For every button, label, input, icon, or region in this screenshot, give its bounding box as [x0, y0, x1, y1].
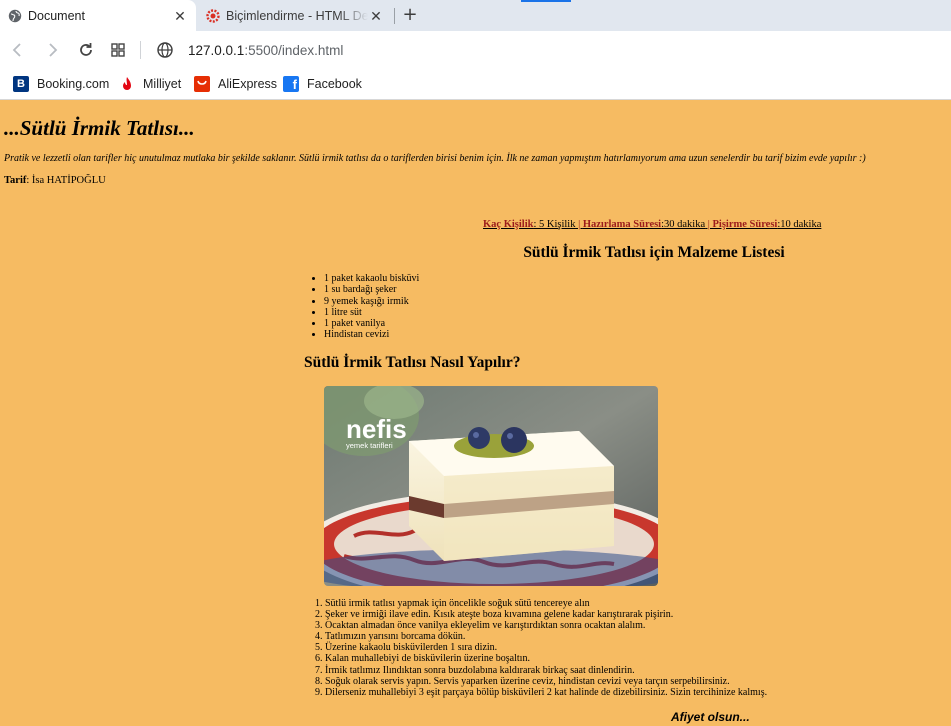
bookmark-label: AliExpress	[218, 77, 278, 91]
web-page: ...Sütlü İrmik Tatlısı... Pratik ve lezz…	[0, 100, 951, 726]
bookmarks-bar: B Booking.com Milliyet AliExpress f Face…	[0, 69, 951, 100]
forward-icon[interactable]	[42, 40, 62, 60]
gear-icon	[206, 8, 220, 23]
tab-grid-icon[interactable]	[108, 40, 128, 60]
step-item: İrmik tatlımız Ilındıktan sonra buzdolab…	[325, 665, 767, 676]
new-tab-icon[interactable]: +	[400, 5, 420, 25]
ingredient-item: Hindistan cevizi	[324, 329, 419, 340]
toolbar-divider	[140, 41, 141, 59]
ingredient-item: 9 yemek kaşığı irmik	[324, 296, 419, 307]
tab-divider	[394, 8, 395, 24]
ingredient-item: 1 su bardağı şeker	[324, 284, 419, 295]
cook-time-value: :10 dakika	[777, 219, 822, 230]
tab-title: Document	[28, 8, 85, 23]
aliexpress-icon	[194, 76, 210, 92]
prep-time-label: Hazırlama Süresi	[582, 219, 662, 230]
prep-time-value: :30 dakika	[661, 219, 706, 230]
ingredient-item: 1 paket kakaolu bisküvi	[324, 273, 419, 284]
booking-icon: B	[13, 76, 29, 92]
ingredients-list: 1 paket kakaolu bisküvi 1 su bardağı şek…	[310, 273, 419, 341]
intro-paragraph: Pratik ve lezzetli olan tarifler hiç unu…	[4, 153, 866, 164]
closing-text: Afiyet olsun...	[671, 710, 750, 724]
step-item: Soğuk olarak servis yapın. Servis yapark…	[325, 676, 767, 687]
bookmark-label: Facebook	[307, 77, 362, 91]
page-title: ...Sütlü İrmik Tatlısı...	[4, 116, 195, 140]
recipe-info: Kaç Kişilik: 5 Kişilik | Hazırlama Süres…	[483, 219, 821, 230]
facebook-icon: f	[283, 76, 299, 92]
dessert-illustration: nefis yemek tarifleri	[324, 386, 658, 586]
step-item: Üzerine kakaolu bisküvilerden 1 sıra diz…	[325, 642, 767, 653]
bookmark-booking[interactable]: B Booking.com	[13, 75, 109, 93]
bookmark-facebook[interactable]: f Facebook	[283, 75, 362, 93]
globe-icon	[8, 9, 22, 23]
step-item: Ocaktan almadan önce vanilya ekleyelim v…	[325, 620, 767, 631]
browser-toolbar: 127.0.0.1:5500/index.html	[0, 31, 951, 69]
author-label: Tarif	[4, 175, 27, 186]
url-host: 127.0.0.1	[188, 42, 245, 58]
site-info-icon[interactable]	[156, 41, 174, 59]
step-item: Sütlü irmik tatlısı yapmak için öncelikl…	[325, 598, 767, 609]
step-item: Kalan muhallebiyi de bisküvilerin üzerin…	[325, 653, 767, 664]
steps-title: Sütlü İrmik Tatlısı Nasıl Yapılır?	[304, 354, 521, 371]
step-item: Tatlımızın yarısını borcama dökün.	[325, 631, 767, 642]
ingredient-item: 1 litre süt	[324, 307, 419, 318]
close-icon[interactable]: ✕	[368, 8, 384, 24]
bookmark-label: Booking.com	[37, 77, 110, 91]
bookmark-label: Milliyet	[143, 77, 182, 91]
tab-strip: Document ✕ Biçimlendirme - HTML Ders ✕ +	[0, 0, 951, 31]
tab-title: Biçimlendirme - HTML Ders	[226, 8, 368, 23]
servings-value: : 5 Kişilik	[533, 219, 576, 230]
tab-strip-indicator	[521, 0, 571, 2]
tab-bicimlendirme[interactable]: Biçimlendirme - HTML Ders ✕	[198, 0, 392, 31]
ingredient-item: 1 paket vanilya	[324, 318, 419, 329]
photo-brand: nefis	[346, 414, 407, 444]
steps-list: Sütlü irmik tatlısı yapmak için öncelikl…	[305, 598, 767, 698]
bookmark-aliexpress[interactable]: AliExpress	[194, 75, 277, 93]
servings-label: Kaç Kişilik	[483, 219, 534, 230]
back-icon[interactable]	[8, 40, 28, 60]
ingredients-title: Sütlü İrmik Tatlısı için Malzeme Listesi	[523, 244, 785, 261]
url-path: :5500/index.html	[244, 42, 344, 58]
dessert-photo: nefis yemek tarifleri	[324, 386, 658, 586]
tab-document[interactable]: Document ✕	[0, 0, 196, 31]
step-item: Şeker ve irmiği ilave edin. Kısık ateşte…	[325, 609, 767, 620]
author-line: Tarif: İsa HATİPOĞLU	[4, 175, 106, 186]
info-separator: |	[705, 219, 713, 230]
info-separator: |	[575, 219, 583, 230]
author-name: : İsa HATİPOĞLU	[26, 175, 106, 186]
step-item: Dilerseniz muhallebiyi 3 eşit parçaya bö…	[325, 687, 767, 698]
photo-brand-sub: yemek tarifleri	[346, 441, 393, 450]
close-icon[interactable]: ✕	[172, 8, 188, 24]
bookmark-milliyet[interactable]: Milliyet	[119, 75, 181, 93]
cook-time-label: Pişirme Süresi	[712, 219, 778, 230]
address-bar[interactable]: 127.0.0.1:5500/index.html	[150, 35, 945, 65]
milliyet-icon	[119, 76, 135, 92]
reload-icon[interactable]	[76, 40, 96, 60]
